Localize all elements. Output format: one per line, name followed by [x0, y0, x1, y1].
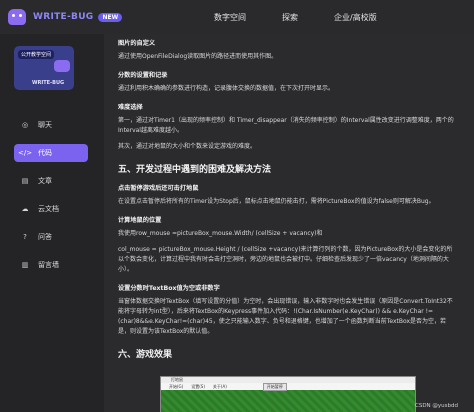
game-screenshot: 打地鼠 开始(G) 设置(S) 关于(A) 开始暂停 — [160, 376, 416, 412]
csdn-watermark: CSDN @yusbdd — [414, 403, 458, 409]
main-nav: 数字空间 探索 企业/高校版 — [214, 12, 413, 23]
sidebar-item-message-wall[interactable]: ▥ 留言墙 — [14, 256, 88, 274]
cloud-doc-icon: ☁ — [21, 205, 29, 213]
sidebar-item-label: 问答 — [38, 233, 52, 241]
message-wall-icon: ▥ — [21, 261, 29, 269]
section-heading-difficulties: 五、开发过程中遇到的困难及解决方法 — [118, 165, 272, 175]
space-card[interactable]: 公开教学空间 WRITE-BUG — [14, 46, 74, 90]
screenshot-start-pause-button: 开始暂停 — [262, 382, 287, 391]
logo-text: WRITE-BUG — [33, 12, 94, 22]
sidebar-item-label: 留言墙 — [38, 261, 59, 269]
screenshot-menubar: 开始(G) 设置(S) 关于(A) 开始暂停 — [161, 382, 415, 391]
heading-custom-image: 图片的自定义 — [118, 40, 156, 47]
paragraph: 我使用row_mouse =pictureBox_mouse.Width/ (c… — [118, 230, 323, 237]
chat-icon: ◎ — [21, 121, 29, 129]
nav-item-digital-space[interactable]: 数字空间 — [214, 12, 246, 23]
code-icon: </> — [18, 149, 33, 157]
site-logo[interactable]: WRITE-BUG NEW — [8, 9, 158, 25]
sidebar-item-label: 云文档 — [38, 205, 59, 213]
space-card-robot-icon — [54, 60, 70, 72]
paragraph: 通过使用OpenFileDialog读取图片的路径进而使用其作图。 — [118, 53, 278, 60]
sidebar-item-label: 文章 — [38, 177, 52, 185]
sidebar-item-cloud-doc[interactable]: ☁ 云文档 — [14, 200, 88, 218]
heading-pause-bug: 点击暂停游戏后还可击打地鼠 — [118, 185, 199, 192]
paragraph: 当窗体数据交换时TextBox（填写设置的分值）为空时，会出现错误，输入非数字时… — [118, 298, 453, 335]
section-heading-game-effect: 六、游戏效果 — [118, 350, 173, 360]
paragraph: 在设置点击暂停后将所有的Timer设为Stop后，鼠标点击地鼠仍能击打，需将Pi… — [118, 198, 435, 205]
paragraph: 通过利用积木确确的参数进行构造，记录腹体交换的数据值，在下次打开时显示。 — [118, 85, 335, 92]
sidebar-item-label: 代码 — [38, 149, 52, 157]
sidebar-item-chat[interactable]: ◎ 聊天 — [14, 116, 88, 134]
screenshot-menu-about: 关于(A) — [212, 383, 227, 389]
nav-item-explore[interactable]: 探索 — [282, 12, 298, 23]
paragraph: 第一，通过对Timer1（出现的频率控制）和 Timer_disappear（消… — [118, 117, 454, 134]
sidebar-item-code[interactable]: </> 代码 — [14, 144, 88, 162]
paragraph: 其次，通过对地鼠的大小和个数来设定游戏的难度。 — [118, 143, 257, 150]
screenshot-menu-start: 开始(G) — [169, 383, 184, 389]
article-content: 图片的自定义 通过使用OpenFileDialog读取图片的路径进而使用其作图。… — [110, 34, 464, 412]
qa-icon: ? — [23, 233, 27, 241]
sidebar-item-article[interactable]: ▤ 文章 — [14, 172, 88, 190]
sidebar: 公开教学空间 WRITE-BUG ◎ 聊天 </> 代码 ▤ 文章 ☁ 云文档 … — [0, 34, 104, 412]
heading-difficulty: 难度选择 — [118, 104, 143, 111]
screenshot-grass-field — [161, 390, 415, 412]
nav-item-enterprise[interactable]: 企业/高校版 — [334, 12, 377, 23]
space-card-name: WRITE-BUG — [32, 80, 65, 86]
space-card-tag: 公开教学空间 — [18, 50, 55, 59]
sidebar-menu: ◎ 聊天 </> 代码 ▤ 文章 ☁ 云文档 ? 问答 ▥ 留言墙 — [14, 116, 88, 284]
heading-mole-position: 计算地鼠的位置 — [118, 217, 162, 224]
screenshot-menu-settings: 设置(S) — [191, 383, 205, 389]
article-icon: ▤ — [21, 177, 29, 185]
heading-score: 分数的设置和记录 — [118, 72, 168, 79]
sidebar-item-qa[interactable]: ? 问答 — [14, 228, 88, 246]
top-navigation-bar: WRITE-BUG NEW 数字空间 探索 企业/高校版 — [0, 0, 474, 34]
paragraph: col_mouse = pictureBox_mouse.Height / (c… — [118, 246, 453, 273]
new-badge: NEW — [98, 12, 123, 22]
article-body: 图片的自定义 通过使用OpenFileDialog读取图片的路径进而使用其作图。… — [110, 34, 454, 360]
heading-textbox: 设置分数时TextBox值为空或非数字 — [118, 285, 220, 292]
screenshot-title: 打地鼠 — [171, 377, 183, 382]
robot-logo-icon — [8, 9, 26, 25]
sidebar-item-label: 聊天 — [38, 121, 52, 129]
